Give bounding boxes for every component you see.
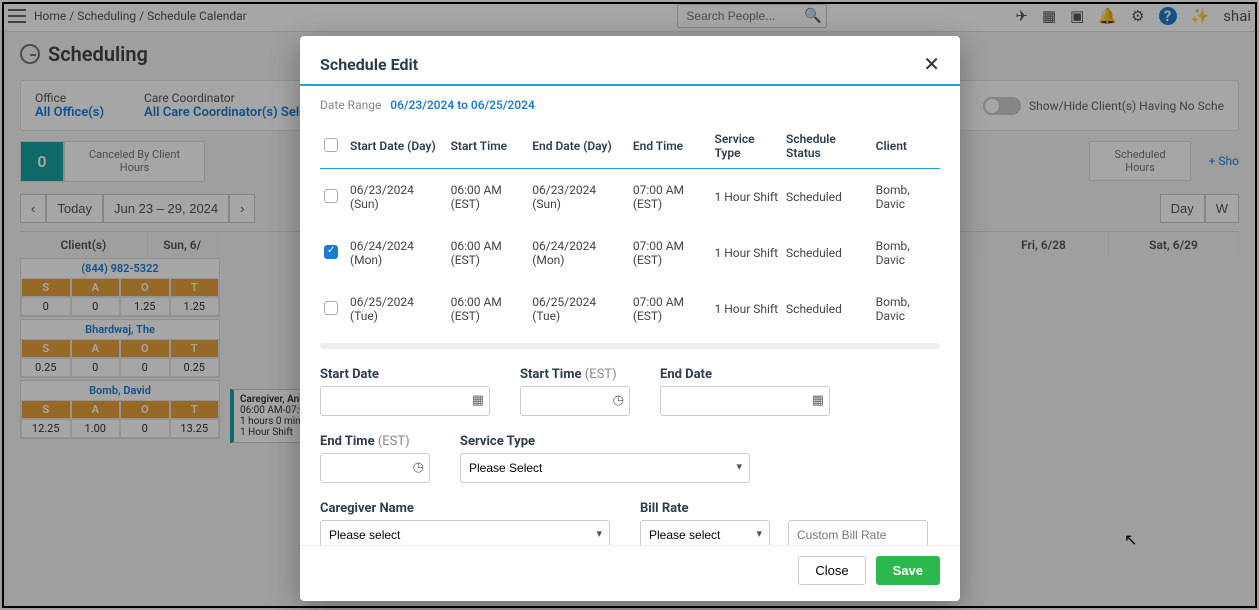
modal-separator: [300, 84, 960, 86]
table-row[interactable]: 06/25/2024 (Tue)06:00 AM (EST)06/25/2024…: [320, 281, 940, 337]
modal-title: Schedule Edit: [320, 55, 418, 74]
table-cell: 1 Hour Shift: [711, 281, 783, 337]
caregiver-label: Caregiver Name: [320, 501, 610, 516]
table-cell: Scheduled: [782, 225, 872, 281]
custom-bill-input[interactable]: [788, 520, 928, 545]
table-row[interactable]: 06/23/2024 (Sun)06:00 AM (EST)06/23/2024…: [320, 169, 940, 226]
th-client: Client: [872, 124, 940, 169]
end-time-input[interactable]: [320, 453, 430, 483]
table-cell: 06:00 AM (EST): [447, 169, 529, 226]
table-cell: 06:00 AM (EST): [447, 225, 529, 281]
service-type-label: Service Type: [460, 434, 750, 449]
date-range-label: Date Range: [320, 98, 381, 112]
modal-header: Schedule Edit ✕: [300, 36, 960, 84]
start-date-input[interactable]: [320, 386, 490, 416]
table-cell: 06/24/2024 (Mon): [346, 225, 447, 281]
schedule-table: Start Date (Day) Start Time End Date (Da…: [320, 124, 940, 337]
th-status: Schedule Status: [782, 124, 872, 169]
table-cell: Scheduled: [782, 281, 872, 337]
service-type-select[interactable]: Please Select: [460, 453, 750, 483]
table-cell: 07:00 AM (EST): [629, 169, 711, 226]
th-start-date: Start Date (Day): [346, 124, 447, 169]
th-start-time: Start Time: [447, 124, 529, 169]
table-cell: 07:00 AM (EST): [629, 225, 711, 281]
table-cell: 06/23/2024 (Sun): [346, 169, 447, 226]
edit-form: Start Date ▦ Start Time (EST) ◷ End Date…: [320, 367, 940, 545]
th-service-type: Service Type: [711, 124, 783, 169]
bill-rate-label: Bill Rate: [640, 501, 930, 516]
th-end-date: End Date (Day): [528, 124, 629, 169]
table-cell: 06/23/2024 (Sun): [528, 169, 629, 226]
start-date-label: Start Date: [320, 367, 490, 382]
row-checkbox[interactable]: [324, 301, 338, 315]
select-all-checkbox[interactable]: [324, 138, 338, 152]
table-cell: 06/24/2024 (Mon): [528, 225, 629, 281]
th-end-time: End Time: [629, 124, 711, 169]
table-cell: 06/25/2024 (Tue): [346, 281, 447, 337]
caregiver-select[interactable]: Please select: [320, 520, 610, 545]
table-cell: 06:00 AM (EST): [447, 281, 529, 337]
start-time-input[interactable]: [520, 386, 630, 416]
table-cell: 06/25/2024 (Tue): [528, 281, 629, 337]
table-cell: Bomb, Davic: [872, 281, 940, 337]
save-button[interactable]: Save: [876, 556, 940, 585]
modal-footer: Close Save: [300, 545, 960, 601]
start-time-label: Start Time (EST): [520, 367, 630, 382]
end-date-input[interactable]: [660, 386, 830, 416]
table-cell: Bomb, Davic: [872, 225, 940, 281]
table-cell: 1 Hour Shift: [711, 225, 783, 281]
schedule-edit-modal: Schedule Edit ✕ Date Range 06/23/2024 to…: [300, 36, 960, 601]
table-cell: 07:00 AM (EST): [629, 281, 711, 337]
table-cell: Bomb, Davic: [872, 169, 940, 226]
close-icon[interactable]: ✕: [923, 52, 940, 76]
table-scrollbar[interactable]: [320, 343, 940, 349]
end-date-label: End Date: [660, 367, 830, 382]
modal-body: Date Range 06/23/2024 to 06/25/2024 Star…: [300, 98, 960, 545]
row-checkbox[interactable]: [324, 245, 338, 259]
row-checkbox[interactable]: [324, 189, 338, 203]
table-row[interactable]: 06/24/2024 (Mon)06:00 AM (EST)06/24/2024…: [320, 225, 940, 281]
date-range-value[interactable]: 06/23/2024 to 06/25/2024: [390, 98, 535, 112]
table-cell: Scheduled: [782, 169, 872, 226]
close-button[interactable]: Close: [798, 556, 865, 585]
table-cell: 1 Hour Shift: [711, 169, 783, 226]
date-range-row: Date Range 06/23/2024 to 06/25/2024: [320, 98, 940, 112]
end-time-label: End Time (EST): [320, 434, 430, 449]
bill-rate-select[interactable]: Please select: [640, 520, 770, 545]
